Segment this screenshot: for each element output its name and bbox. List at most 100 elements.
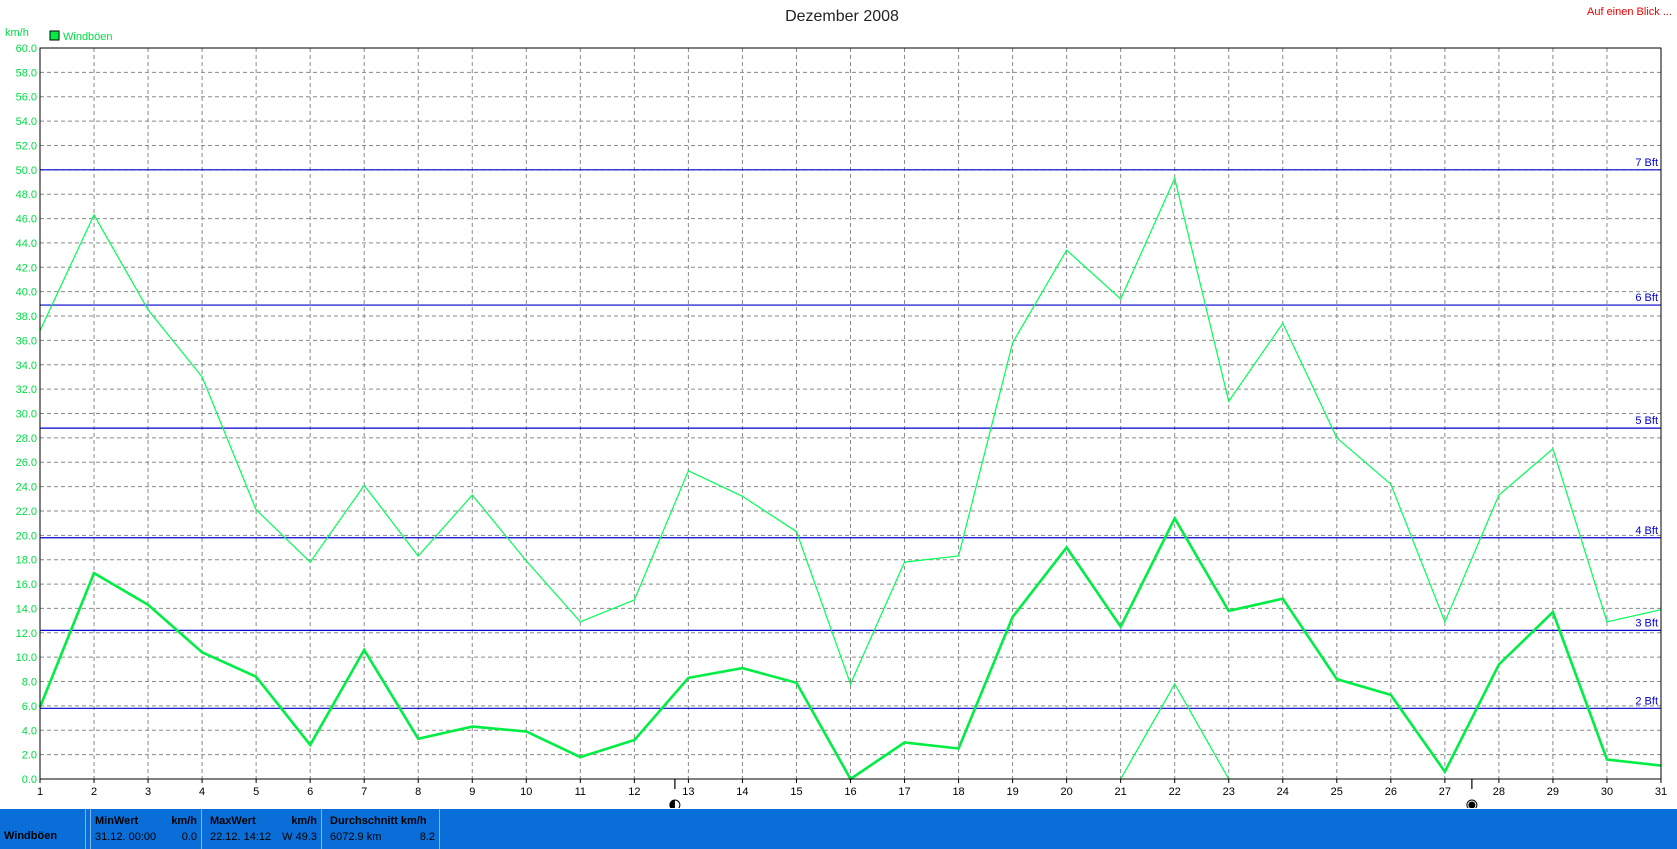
data-point-average <box>1282 598 1284 600</box>
data-point-max <box>795 531 798 533</box>
grid <box>40 48 1661 779</box>
data-point-max <box>1174 177 1176 179</box>
x-tick-label: 26 <box>1385 786 1397 798</box>
stats-max-value: 49.3 <box>295 831 317 843</box>
data-point-average <box>471 726 473 728</box>
data-point-average <box>633 739 635 741</box>
stats-max-unit: km/h <box>291 815 317 827</box>
stats-max-cell: MaxWert km/h 22.12. 14:12 W 49.3 <box>206 809 322 849</box>
y-tick-label: 30.0 <box>16 409 37 421</box>
x-tick-label: 10 <box>520 786 532 798</box>
y-tick-label: 10.0 <box>16 652 37 664</box>
x-tick-label: 22 <box>1169 786 1181 798</box>
stats-min-unit: km/h <box>171 815 197 827</box>
data-point-average <box>741 667 744 669</box>
data-point-average <box>147 604 149 606</box>
y-tick-label: 34.0 <box>16 360 37 372</box>
stats-max-direction: W <box>282 831 293 843</box>
data-point-max <box>1120 298 1122 300</box>
data-point-average <box>1444 771 1446 773</box>
x-tick-label: 27 <box>1439 786 1451 798</box>
y-tick-label: 0.0 <box>22 774 37 786</box>
bft-label: 2 Bft <box>1635 695 1658 707</box>
data-point-max <box>1012 342 1014 344</box>
y-tick-label: 14.0 <box>16 603 37 615</box>
data-point-max <box>1066 249 1068 251</box>
y-tick-label: 22.0 <box>16 506 37 518</box>
legend-swatch <box>49 30 60 41</box>
x-tick-label: 11 <box>575 786 586 798</box>
x-tick-label: 4 <box>199 786 205 798</box>
bft-label: 7 Bft <box>1635 157 1658 169</box>
stats-min-header: MinWert <box>95 815 139 827</box>
x-tick-label: 3 <box>145 786 151 798</box>
data-point-max <box>1606 621 1608 623</box>
data-point-average <box>1336 678 1338 680</box>
x-tick-label: 17 <box>898 786 910 798</box>
data-point-average <box>417 738 419 740</box>
data-point-average <box>1120 626 1122 628</box>
x-tick-label: 15 <box>790 786 802 798</box>
y-tick-label: 50.0 <box>16 165 37 177</box>
y-axis-unit-label: km/h <box>5 27 29 39</box>
chart: Dezember 2008 km/h Windböen Auf einen Bl… <box>5 6 1672 808</box>
y-tick-label: 60.0 <box>16 43 37 55</box>
y-tick-label: 48.0 <box>16 189 37 201</box>
x-tick-label: 20 <box>1061 786 1073 798</box>
data-point-max <box>903 561 906 563</box>
x-tick-label: 8 <box>415 786 421 798</box>
x-tick-label: 16 <box>844 786 856 798</box>
y-tick-label: 24.0 <box>16 482 37 494</box>
y-tick-label: 18.0 <box>16 555 37 567</box>
x-tick-label: 24 <box>1277 786 1289 798</box>
stats-max-when: 22.12. 14:12 <box>210 831 272 843</box>
x-tick-label: 2 <box>91 786 97 798</box>
data-point-min <box>1174 683 1176 685</box>
data-point-average <box>1012 616 1014 618</box>
y-tick-label: 20.0 <box>16 530 37 542</box>
y-tick-label: 58.0 <box>16 67 37 79</box>
y-tick-label: 38.0 <box>16 311 37 323</box>
bft-label: 4 Bft <box>1635 525 1658 537</box>
y-tick-label: 44.0 <box>16 238 37 250</box>
data-point-max <box>93 214 95 216</box>
data-point-max <box>741 495 744 497</box>
series-line-average <box>38 515 1662 781</box>
x-tick-label: 5 <box>253 786 259 798</box>
stats-avg-distance: 6072.9 km <box>330 831 382 843</box>
data-point-average <box>795 682 798 684</box>
x-tick-label: 12 <box>628 786 640 798</box>
data-point-max <box>309 561 311 563</box>
y-tick-label: 56.0 <box>16 92 37 104</box>
y-tick-label: 54.0 <box>16 116 37 128</box>
data-point-average <box>1174 517 1176 519</box>
data-point-max <box>1444 621 1446 623</box>
y-tick-label: 4.0 <box>22 725 37 737</box>
stats-min-cell: MinWert km/h 31.12. 00:00 0.0 <box>90 809 202 849</box>
x-tick-label: 31 <box>1655 786 1667 798</box>
y-tick-label: 46.0 <box>16 214 37 226</box>
x-tick-label: 6 <box>307 786 313 798</box>
stats-series-label: Windböen <box>4 830 58 842</box>
data-point-max <box>957 555 960 557</box>
y-tick-label: 42.0 <box>16 262 37 274</box>
overview-link[interactable]: Auf einen Blick ... <box>1587 6 1672 18</box>
data-point-average <box>1390 694 1392 696</box>
data-point-average <box>957 747 960 750</box>
data-point-max <box>1336 437 1338 439</box>
stats-avg-cell: Durchschnitt km/h 6072.9 km 8.2 <box>326 809 440 849</box>
data-point-max <box>363 484 365 486</box>
data-point-max <box>525 560 527 562</box>
x-tick-label: 9 <box>469 786 475 798</box>
data-point-max <box>255 509 257 511</box>
bft-label: 3 Bft <box>1635 617 1658 629</box>
data-point-average <box>579 756 581 758</box>
data-point-average <box>255 676 257 678</box>
data-point-average <box>1552 611 1554 613</box>
x-tick-label: 29 <box>1547 786 1559 798</box>
y-tick-label: 32.0 <box>16 384 37 396</box>
stats-avg-value: 8.2 <box>419 831 435 843</box>
data-point-average <box>1606 758 1608 761</box>
stats-bar: Windböen MinWert km/h 31.12. 00:00 0.0 M… <box>0 809 1677 849</box>
data-point-average <box>687 677 690 679</box>
